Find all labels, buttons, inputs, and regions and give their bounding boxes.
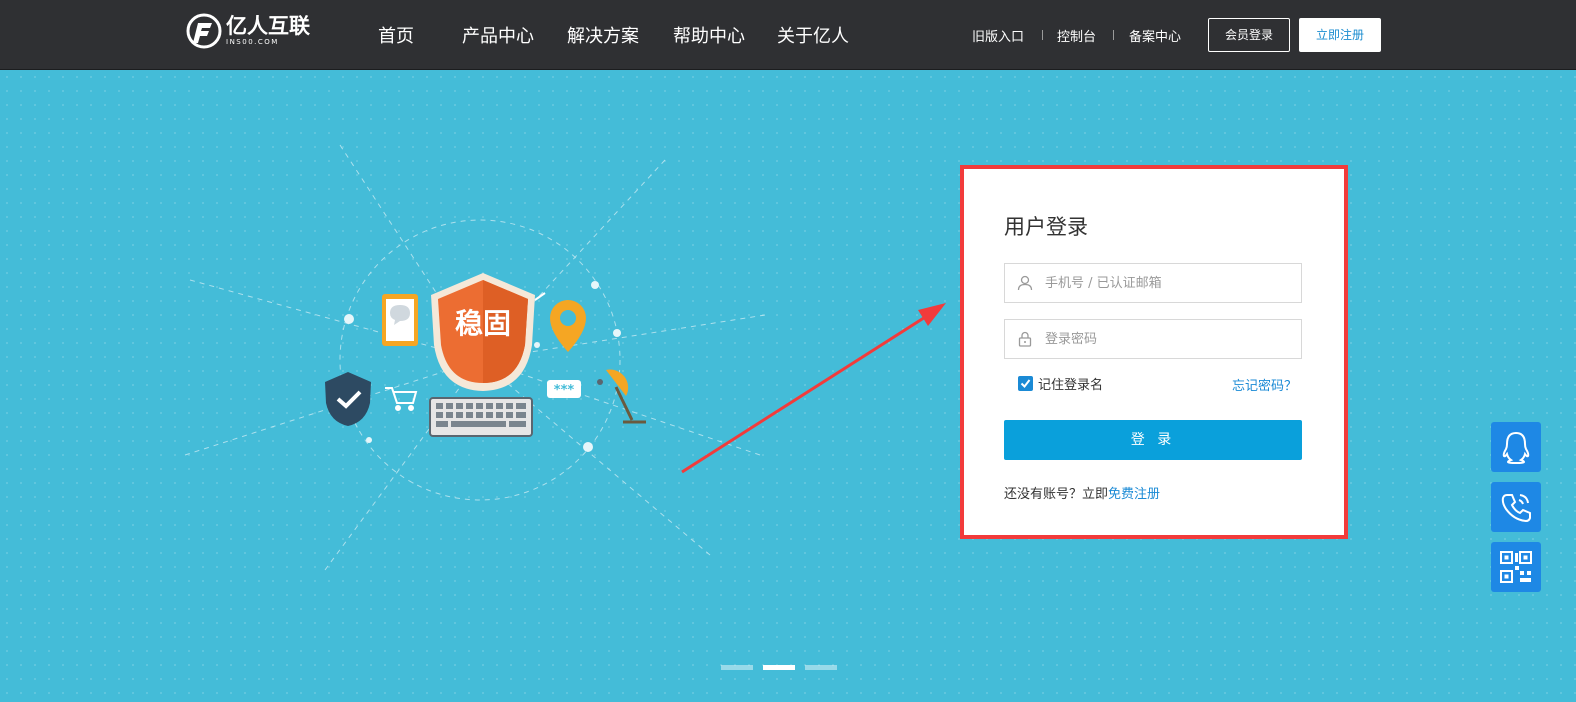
lock-icon (1018, 331, 1032, 347)
check-icon (1020, 379, 1031, 389)
link-old-version[interactable]: 旧版入口 (972, 26, 1024, 45)
password-input[interactable] (1045, 320, 1295, 358)
username-input[interactable] (1045, 264, 1295, 302)
forgot-password-link[interactable]: 忘记密码？ (1232, 375, 1297, 394)
shield-icon: 稳固 (431, 273, 535, 391)
satellite-dish-icon (597, 369, 646, 424)
user-icon (1017, 275, 1033, 291)
qq-icon (1502, 431, 1530, 465)
divider (1113, 30, 1114, 40)
login-panel: 用户登录 记住登录名 忘记密码？ 登 录 还没有账号？立即免费注册 (960, 165, 1348, 539)
qrcode-button[interactable] (1491, 542, 1541, 592)
qq-service-button[interactable] (1491, 422, 1541, 472)
site-logo[interactable]: 亿人互联 INS00.COM (186, 13, 310, 49)
logo-mark-icon (186, 13, 222, 49)
logo-subtext: INS00.COM (226, 38, 279, 46)
carousel-dot-2[interactable] (763, 665, 795, 670)
remember-login[interactable]: 记住登录名 (1018, 374, 1103, 393)
remember-label: 记住登录名 (1038, 378, 1104, 393)
carousel-dot-3[interactable] (805, 665, 837, 670)
shopping-cart-icon (385, 387, 418, 411)
phone-service-button[interactable] (1491, 482, 1541, 532)
member-login-button[interactable]: 会员登录 (1208, 18, 1290, 52)
check-shield-icon (325, 372, 371, 426)
qrcode-icon (1500, 551, 1532, 583)
top-header: 亿人互联 INS00.COM 首页 产品中心 解决方案 帮助中心 关于亿人 旧版… (0, 0, 1576, 70)
register-now-button[interactable]: 立即注册 (1299, 18, 1381, 52)
location-pin-icon (550, 300, 586, 352)
username-field[interactable] (1004, 263, 1302, 303)
password-bubble-icon: *** (547, 380, 581, 398)
nav-solutions[interactable]: 解决方案 (567, 22, 639, 48)
link-console[interactable]: 控制台 (1057, 26, 1096, 45)
login-title: 用户登录 (1004, 215, 1088, 239)
phone-icon (1501, 494, 1531, 523)
annotation-arrow (681, 303, 946, 474)
divider (1042, 30, 1043, 40)
free-register-link[interactable]: 免费注册 (1108, 487, 1160, 502)
carousel-dot-1[interactable] (721, 665, 753, 670)
chat-phone-icon (382, 294, 418, 346)
no-account-text: 还没有账号？立即 (1004, 487, 1109, 502)
svg-text:稳固: 稳固 (455, 307, 511, 340)
logo-text: 亿人互联 (226, 14, 310, 38)
keyboard-icon (429, 397, 533, 437)
nav-home[interactable]: 首页 (378, 22, 414, 48)
nav-about[interactable]: 关于亿人 (777, 22, 849, 48)
no-account-prompt: 还没有账号？立即免费注册 (1004, 483, 1160, 502)
nav-products[interactable]: 产品中心 (462, 22, 534, 48)
nav-help[interactable]: 帮助中心 (673, 22, 745, 48)
login-submit-button[interactable]: 登 录 (1004, 420, 1302, 460)
link-filing-center[interactable]: 备案中心 (1129, 26, 1181, 45)
svg-text:***: *** (554, 383, 575, 398)
password-field[interactable] (1004, 319, 1302, 359)
remember-checkbox[interactable] (1018, 376, 1033, 391)
